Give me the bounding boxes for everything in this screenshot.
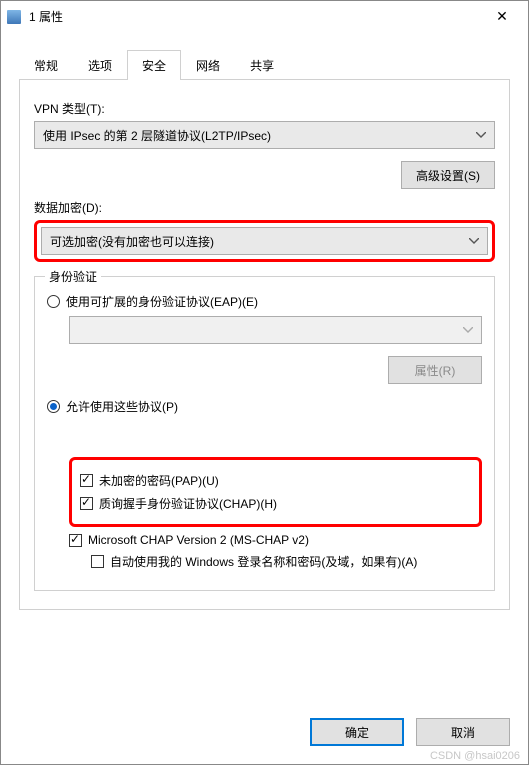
allow-protocols-label: 允许使用这些协议(P) bbox=[66, 398, 178, 415]
vpn-type-value: 使用 IPsec 的第 2 层隧道协议(L2TP/IPsec) bbox=[43, 127, 271, 144]
mschap-auto-label: 自动使用我的 Windows 登录名称和密码(及域，如果有)(A) bbox=[110, 553, 417, 570]
tab-page-security: VPN 类型(T): 使用 IPsec 的第 2 层隧道协议(L2TP/IPse… bbox=[19, 80, 510, 610]
properties-dialog: 1 属性 ✕ 常规 选项 安全 网络 共享 VPN 类型(T): 使用 IPse… bbox=[0, 0, 529, 765]
auth-group: 身份验证 使用可扩展的身份验证协议(EAP)(E) 属性(R) bbox=[34, 276, 495, 591]
close-button[interactable]: ✕ bbox=[482, 1, 522, 32]
mschap-auto-row[interactable]: 自动使用我的 Windows 登录名称和密码(及域，如果有)(A) bbox=[91, 553, 482, 570]
mschap-auto-checkbox[interactable] bbox=[91, 555, 104, 568]
tab-network[interactable]: 网络 bbox=[181, 50, 235, 80]
mschap-check-row[interactable]: Microsoft CHAP Version 2 (MS-CHAP v2) bbox=[69, 533, 482, 547]
eap-method-combo bbox=[69, 316, 482, 344]
eap-radio-label: 使用可扩展的身份验证协议(EAP)(E) bbox=[66, 293, 258, 310]
eap-properties-button: 属性(R) bbox=[388, 356, 482, 384]
tabstrip: 常规 选项 安全 网络 共享 bbox=[19, 49, 510, 80]
tab-general[interactable]: 常规 bbox=[19, 50, 73, 80]
mschap-label: Microsoft CHAP Version 2 (MS-CHAP v2) bbox=[88, 533, 309, 547]
app-icon bbox=[7, 10, 21, 24]
pap-label: 未加密的密码(PAP)(U) bbox=[99, 472, 219, 489]
vpn-type-combo[interactable]: 使用 IPsec 的第 2 层隧道协议(L2TP/IPsec) bbox=[34, 121, 495, 149]
eap-radio-row[interactable]: 使用可扩展的身份验证协议(EAP)(E) bbox=[47, 293, 482, 310]
titlebar: 1 属性 ✕ bbox=[1, 1, 528, 33]
vpn-type-label: VPN 类型(T): bbox=[34, 100, 495, 117]
chevron-down-icon bbox=[469, 238, 479, 244]
dialog-buttons: 确定 取消 bbox=[310, 718, 510, 746]
eap-radio[interactable] bbox=[47, 295, 60, 308]
mschap-checkbox[interactable] bbox=[69, 534, 82, 547]
advanced-settings-button[interactable]: 高级设置(S) bbox=[401, 161, 495, 189]
encryption-combo[interactable]: 可选加密(没有加密也可以连接) bbox=[41, 227, 488, 255]
watermark: CSDN @hsai0206 bbox=[430, 750, 520, 762]
pap-checkbox[interactable] bbox=[80, 474, 93, 487]
tab-sharing[interactable]: 共享 bbox=[235, 50, 289, 80]
tab-security[interactable]: 安全 bbox=[127, 50, 181, 80]
window-title: 1 属性 bbox=[29, 8, 482, 25]
cancel-button[interactable]: 取消 bbox=[416, 718, 510, 746]
chevron-down-icon bbox=[463, 327, 473, 333]
annotation-highlight-pap-chap: 未加密的密码(PAP)(U) 质询握手身份验证协议(CHAP)(H) bbox=[69, 457, 482, 527]
chap-check-row[interactable]: 质询握手身份验证协议(CHAP)(H) bbox=[80, 495, 471, 512]
annotation-highlight-encryption: 可选加密(没有加密也可以连接) bbox=[34, 220, 495, 262]
auth-group-title: 身份验证 bbox=[45, 268, 101, 285]
chap-checkbox[interactable] bbox=[80, 497, 93, 510]
encryption-value: 可选加密(没有加密也可以连接) bbox=[50, 233, 214, 250]
client-area: 常规 选项 安全 网络 共享 VPN 类型(T): 使用 IPsec 的第 2 … bbox=[1, 33, 528, 610]
ok-button[interactable]: 确定 bbox=[310, 718, 404, 746]
tab-options[interactable]: 选项 bbox=[73, 50, 127, 80]
allow-protocols-radio[interactable] bbox=[47, 400, 60, 413]
pap-check-row[interactable]: 未加密的密码(PAP)(U) bbox=[80, 472, 471, 489]
allow-protocols-radio-row[interactable]: 允许使用这些协议(P) bbox=[47, 398, 482, 415]
chap-label: 质询握手身份验证协议(CHAP)(H) bbox=[99, 495, 277, 512]
chevron-down-icon bbox=[476, 132, 486, 138]
encryption-label: 数据加密(D): bbox=[34, 199, 495, 216]
